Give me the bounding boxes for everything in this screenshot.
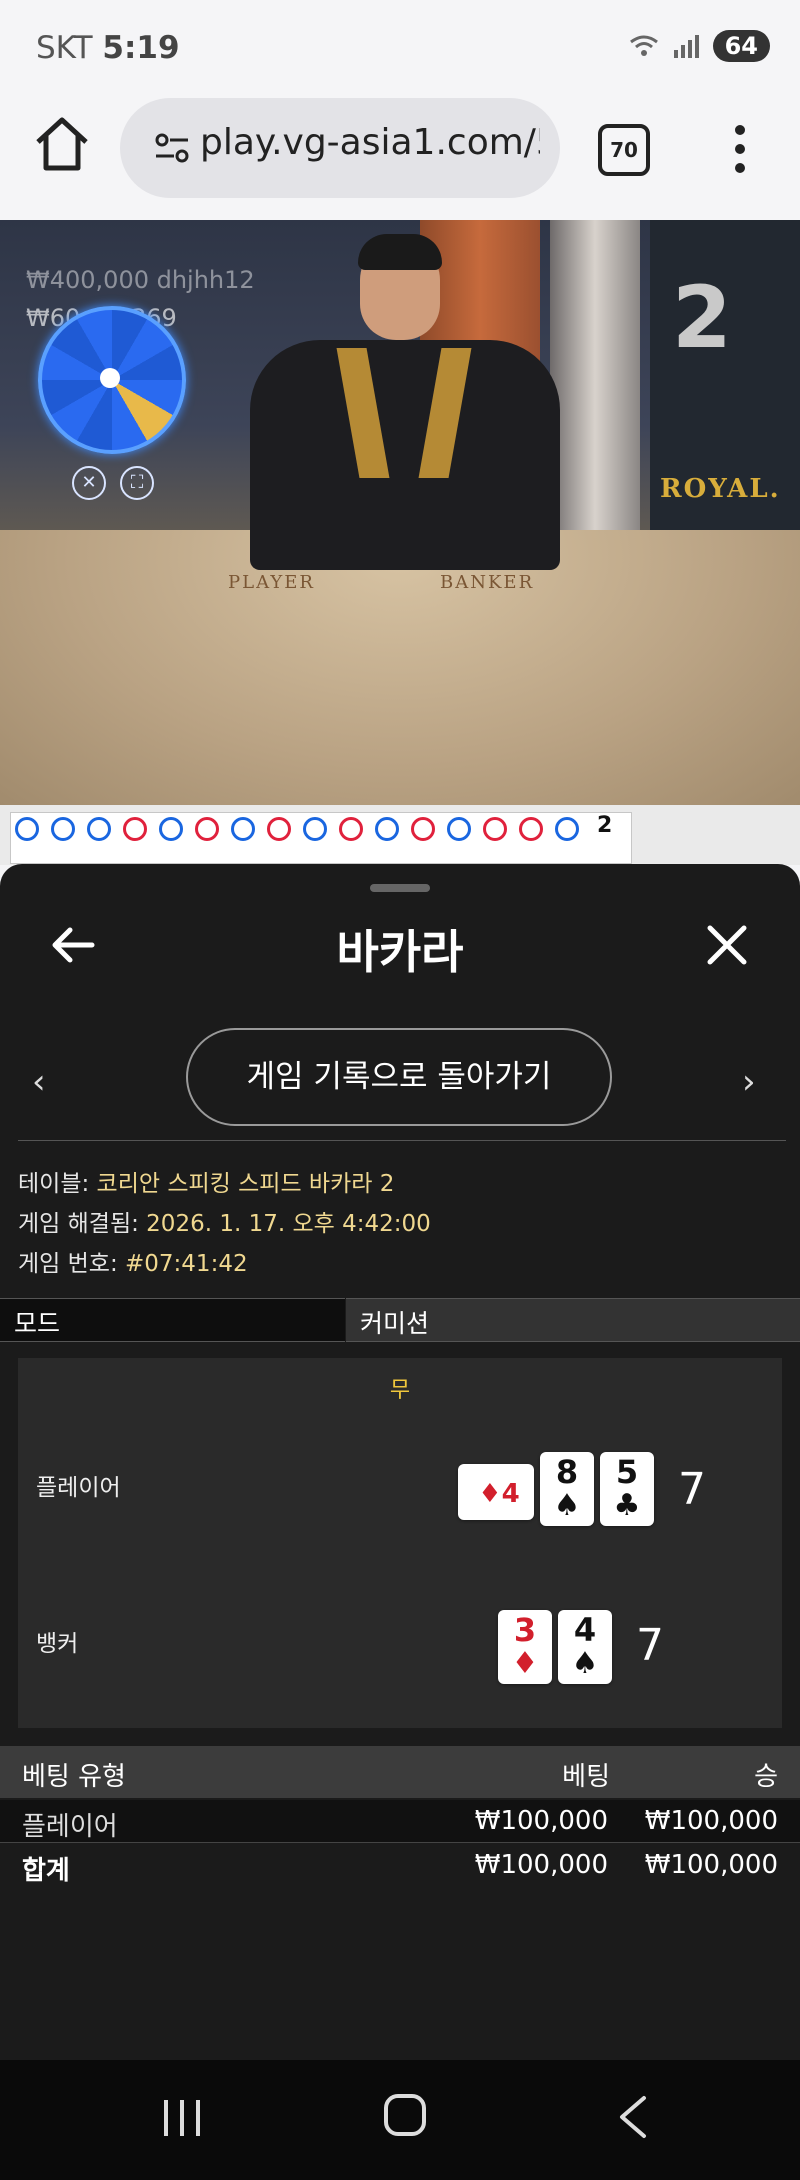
info-label: 테이블:	[18, 1171, 97, 1197]
card-suit: ♠	[571, 1646, 599, 1681]
player-card: 5 ♣	[600, 1452, 654, 1526]
card-rank: 3	[513, 1611, 537, 1649]
bet-amount-cell: ₩100,000	[474, 1806, 608, 1836]
carrier-name: SKT	[36, 30, 93, 66]
video-pillar	[550, 220, 640, 580]
bet-type-cell: 플레이어	[22, 1812, 118, 1842]
win-amount-cell: ₩100,000	[644, 1806, 778, 1836]
resolved-time: 2026. 1. 17. 오후 4:42:00	[146, 1211, 431, 1237]
game-number: #07:41:42	[125, 1251, 248, 1277]
road-dot	[87, 817, 111, 841]
tab-switcher-button[interactable]: 70	[598, 124, 650, 176]
live-video-stream[interactable]: ₩400,000 dhjhh12 ₩60 s48369 ✕ ⛶ 2 ROYAL.…	[0, 220, 800, 805]
commission-label: 커미션	[360, 1309, 430, 1338]
road-dot	[231, 817, 255, 841]
info-table: 테이블: 코리안 스피킹 스피드 바카라 2	[18, 1164, 394, 1198]
card-rank: 4	[501, 1479, 520, 1509]
banker-card: 4 ♠	[558, 1610, 612, 1684]
info-label: 게임 해결됨:	[18, 1211, 147, 1237]
player-card-third: ♦4	[458, 1464, 534, 1520]
player-card: 8 ♠	[540, 1452, 594, 1526]
status-icons: 64	[629, 30, 770, 62]
card-rank: 4	[573, 1611, 597, 1649]
road-dot	[123, 817, 147, 841]
player-total: 7	[678, 1464, 706, 1515]
status-time: 5:19	[102, 30, 180, 66]
road-marker: 2	[597, 813, 613, 838]
road-dot	[195, 817, 219, 841]
total-win: ₩100,000	[644, 1850, 778, 1880]
table-player-label: PLAYER	[228, 572, 315, 593]
baccarat-table	[0, 530, 800, 805]
card-suit: ♣	[613, 1488, 641, 1523]
previous-game-chevron-icon[interactable]: ‹	[32, 1062, 46, 1102]
drag-handle[interactable]	[370, 884, 430, 892]
next-game-chevron-icon[interactable]: ›	[742, 1062, 756, 1102]
banker-hand-label: 뱅커	[36, 1631, 79, 1657]
divider	[18, 1140, 786, 1141]
card-suit: ♦	[478, 1479, 502, 1509]
card-suit: ♠	[553, 1488, 581, 1523]
info-game-number: 게임 번호: #07:41:42	[18, 1244, 248, 1278]
info-resolved: 게임 해결됨: 2026. 1. 17. 오후 4:42:00	[18, 1204, 431, 1238]
dealer-hair	[358, 234, 442, 270]
close-video-icon[interactable]: ✕	[72, 466, 106, 500]
fullscreen-icon[interactable]: ⛶	[120, 466, 154, 500]
round-number: 2	[672, 268, 732, 368]
column-header-bet-type: 베팅 유형	[22, 1762, 126, 1792]
column-header-bet: 베팅	[562, 1762, 610, 1792]
column-header-win: 승	[754, 1762, 778, 1792]
card-rank: 5	[615, 1453, 639, 1491]
road-dot	[51, 817, 75, 841]
result-box	[18, 1358, 782, 1728]
total-label: 합계	[22, 1856, 70, 1886]
close-icon[interactable]	[702, 920, 752, 970]
player-hand-label: 플레이어	[36, 1475, 121, 1501]
url-text[interactable]: play.vg-asia1.com/5	[200, 122, 540, 163]
info-label: 게임 번호:	[18, 1251, 126, 1277]
wheel-hub	[100, 368, 120, 388]
road-dot	[519, 817, 543, 841]
banker-total: 7	[636, 1620, 664, 1671]
road-dot	[303, 817, 327, 841]
status-carrier: SKT 5:19	[36, 30, 180, 66]
video-overlay-text: ₩400,000 dhjhh12	[26, 266, 255, 294]
road-dot	[339, 817, 363, 841]
road-dot	[411, 817, 435, 841]
card-suit: ♦	[511, 1646, 539, 1681]
table-logo: ROYAL.	[660, 474, 781, 504]
road-dot	[159, 817, 183, 841]
more-menu-icon[interactable]	[730, 124, 750, 174]
bead-road[interactable]: 2	[10, 812, 632, 864]
table-name: 코리안 스피킹 스피드 바카라 2	[96, 1171, 395, 1197]
road-dot	[15, 817, 39, 841]
recent-apps-icon[interactable]	[160, 2098, 204, 2138]
road-dot	[483, 817, 507, 841]
total-bet: ₩100,000	[474, 1850, 608, 1880]
mode-label: 모드	[14, 1309, 61, 1338]
road-dot	[375, 817, 399, 841]
wifi-icon	[629, 35, 658, 56]
banker-card: 3 ♦	[498, 1610, 552, 1684]
road-dot	[555, 817, 579, 841]
home-icon[interactable]	[30, 112, 94, 176]
signal-icon	[673, 35, 699, 58]
home-nav-icon[interactable]	[384, 2094, 426, 2136]
road-dot	[447, 817, 471, 841]
site-settings-icon[interactable]	[154, 130, 190, 166]
battery-indicator: 64	[712, 30, 770, 62]
dealer-body	[250, 340, 560, 570]
return-to-history-button[interactable]: 게임 기록으로 돌아가기	[186, 1028, 612, 1126]
result-text: 무	[389, 1378, 411, 1403]
back-nav-icon[interactable]	[612, 2094, 652, 2140]
panel-title: 바카라	[336, 925, 464, 979]
table-banker-label: BANKER	[440, 572, 535, 593]
card-rank: 8	[555, 1453, 579, 1491]
road-dot	[267, 817, 291, 841]
